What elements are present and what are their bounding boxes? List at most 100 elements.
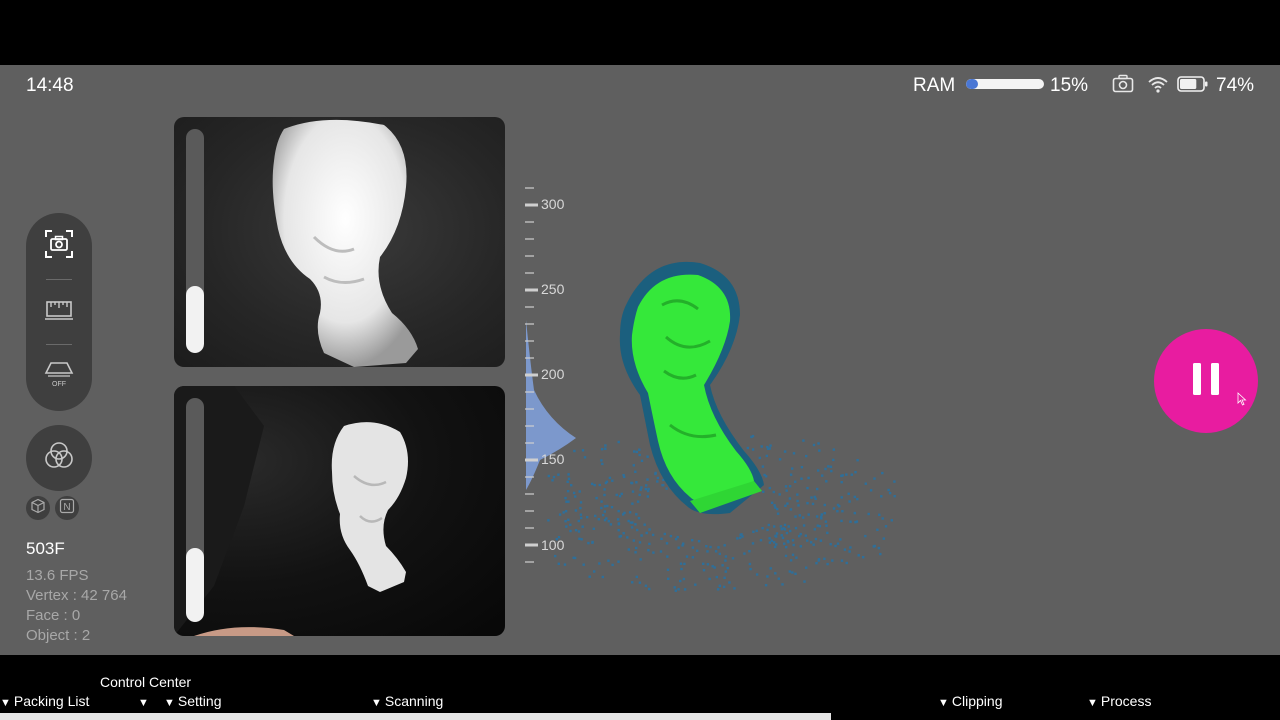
clock-time: 14:48 xyxy=(26,75,74,96)
depth-point xyxy=(619,534,623,538)
depth-point xyxy=(567,500,570,503)
depth-point xyxy=(598,562,601,565)
depth-point xyxy=(631,581,634,584)
depth-point xyxy=(644,584,648,587)
ruler-measure-icon xyxy=(44,294,74,329)
depth-point xyxy=(751,434,755,438)
depth-point xyxy=(796,499,799,503)
taskbar-dropdown-toggle[interactable]: ▼ xyxy=(138,693,152,709)
depth-point xyxy=(563,563,567,566)
depth-point xyxy=(577,530,581,533)
ir-exposure-fill xyxy=(186,285,204,353)
depth-point xyxy=(644,487,647,491)
texture-bust-image xyxy=(174,386,408,636)
depth-point xyxy=(640,486,643,489)
depth-point xyxy=(594,514,597,518)
depth-point xyxy=(607,559,610,562)
scan-3d-viewport[interactable] xyxy=(540,245,900,605)
depth-point xyxy=(656,476,660,480)
depth-point xyxy=(634,470,637,473)
control-center-label[interactable]: Control Center xyxy=(100,674,191,690)
screenshot-camera-icon[interactable] xyxy=(1112,74,1136,96)
depth-point xyxy=(647,549,650,552)
taskbar-item-label: Setting xyxy=(177,693,222,709)
depth-point xyxy=(823,503,826,507)
depth-point xyxy=(760,445,763,448)
depth-point xyxy=(873,544,876,548)
depth-point xyxy=(677,588,680,591)
depth-point xyxy=(636,500,640,503)
measure-button[interactable] xyxy=(37,289,81,333)
depth-point xyxy=(634,523,637,526)
depth-point xyxy=(783,450,787,453)
depth-point xyxy=(547,519,550,522)
depth-point xyxy=(768,541,772,544)
depth-point xyxy=(564,520,567,523)
depth-point xyxy=(836,542,840,545)
depth-point xyxy=(824,467,827,471)
texture-mode-button[interactable] xyxy=(26,425,92,491)
depth-point xyxy=(770,501,774,504)
depth-point xyxy=(755,529,758,532)
ir-exposure-slider[interactable] xyxy=(186,129,204,353)
taskbar-item-clipping[interactable]: ▼ Clipping xyxy=(938,693,1002,709)
taskbar-item-setting[interactable]: ▼ Setting xyxy=(164,693,221,709)
depth-point xyxy=(777,577,780,580)
depth-point xyxy=(876,528,879,531)
depth-point xyxy=(840,519,843,523)
pause-scan-button[interactable] xyxy=(1154,329,1258,433)
depth-point xyxy=(635,513,638,516)
scale-tick-label: 300 xyxy=(541,196,565,212)
depth-point xyxy=(794,572,797,575)
depth-point xyxy=(587,541,590,545)
depth-point xyxy=(788,570,791,573)
depth-point xyxy=(869,489,873,492)
depth-point xyxy=(635,575,638,579)
taskbar-item-packing-list[interactable]: ▼ Packing List xyxy=(0,693,89,709)
depth-point xyxy=(604,447,607,450)
scan-camera-button[interactable] xyxy=(37,224,81,268)
depth-point xyxy=(856,497,859,501)
taskbar-item-scanning[interactable]: ▼ Scanning xyxy=(371,693,443,709)
wifi-icon xyxy=(1147,74,1171,96)
normal-mode-button[interactable]: N xyxy=(55,496,79,520)
depth-point xyxy=(718,552,721,556)
depth-point xyxy=(603,518,607,522)
depth-point xyxy=(591,482,594,486)
depth-point xyxy=(832,507,836,510)
depth-point xyxy=(766,575,769,578)
depth-point xyxy=(674,537,678,541)
depth-point xyxy=(824,520,828,523)
depth-point xyxy=(776,512,780,515)
taskbar-item-label: Process xyxy=(1100,693,1152,709)
depth-point xyxy=(691,546,695,549)
depth-point xyxy=(854,471,857,474)
taskbar-item-process[interactable]: ▼ Process xyxy=(1087,693,1151,709)
depth-point xyxy=(816,487,819,491)
depth-point xyxy=(803,580,806,583)
depth-point xyxy=(731,557,735,560)
mesh-mode-button[interactable] xyxy=(26,496,50,520)
texture-exposure-slider[interactable] xyxy=(186,398,204,622)
depth-point xyxy=(802,439,805,442)
depth-point xyxy=(597,518,600,521)
ram-usage-bar xyxy=(966,79,1044,89)
depth-point xyxy=(579,501,583,504)
depth-point xyxy=(827,465,830,468)
depth-point xyxy=(785,546,788,549)
depth-point xyxy=(586,516,589,519)
depth-point xyxy=(848,500,851,503)
depth-point xyxy=(627,548,630,551)
depth-point xyxy=(773,545,777,549)
depth-point xyxy=(804,534,807,537)
turntable-toggle[interactable]: OFF xyxy=(37,354,81,398)
depth-point xyxy=(813,528,816,531)
depth-point xyxy=(557,562,560,565)
depth-point xyxy=(781,536,785,540)
depth-point xyxy=(792,452,796,455)
scan-tool-rail: OFF xyxy=(26,213,92,411)
tool-separator xyxy=(46,279,72,280)
depth-point xyxy=(794,526,798,530)
depth-point xyxy=(567,518,570,521)
depth-point xyxy=(705,545,708,548)
